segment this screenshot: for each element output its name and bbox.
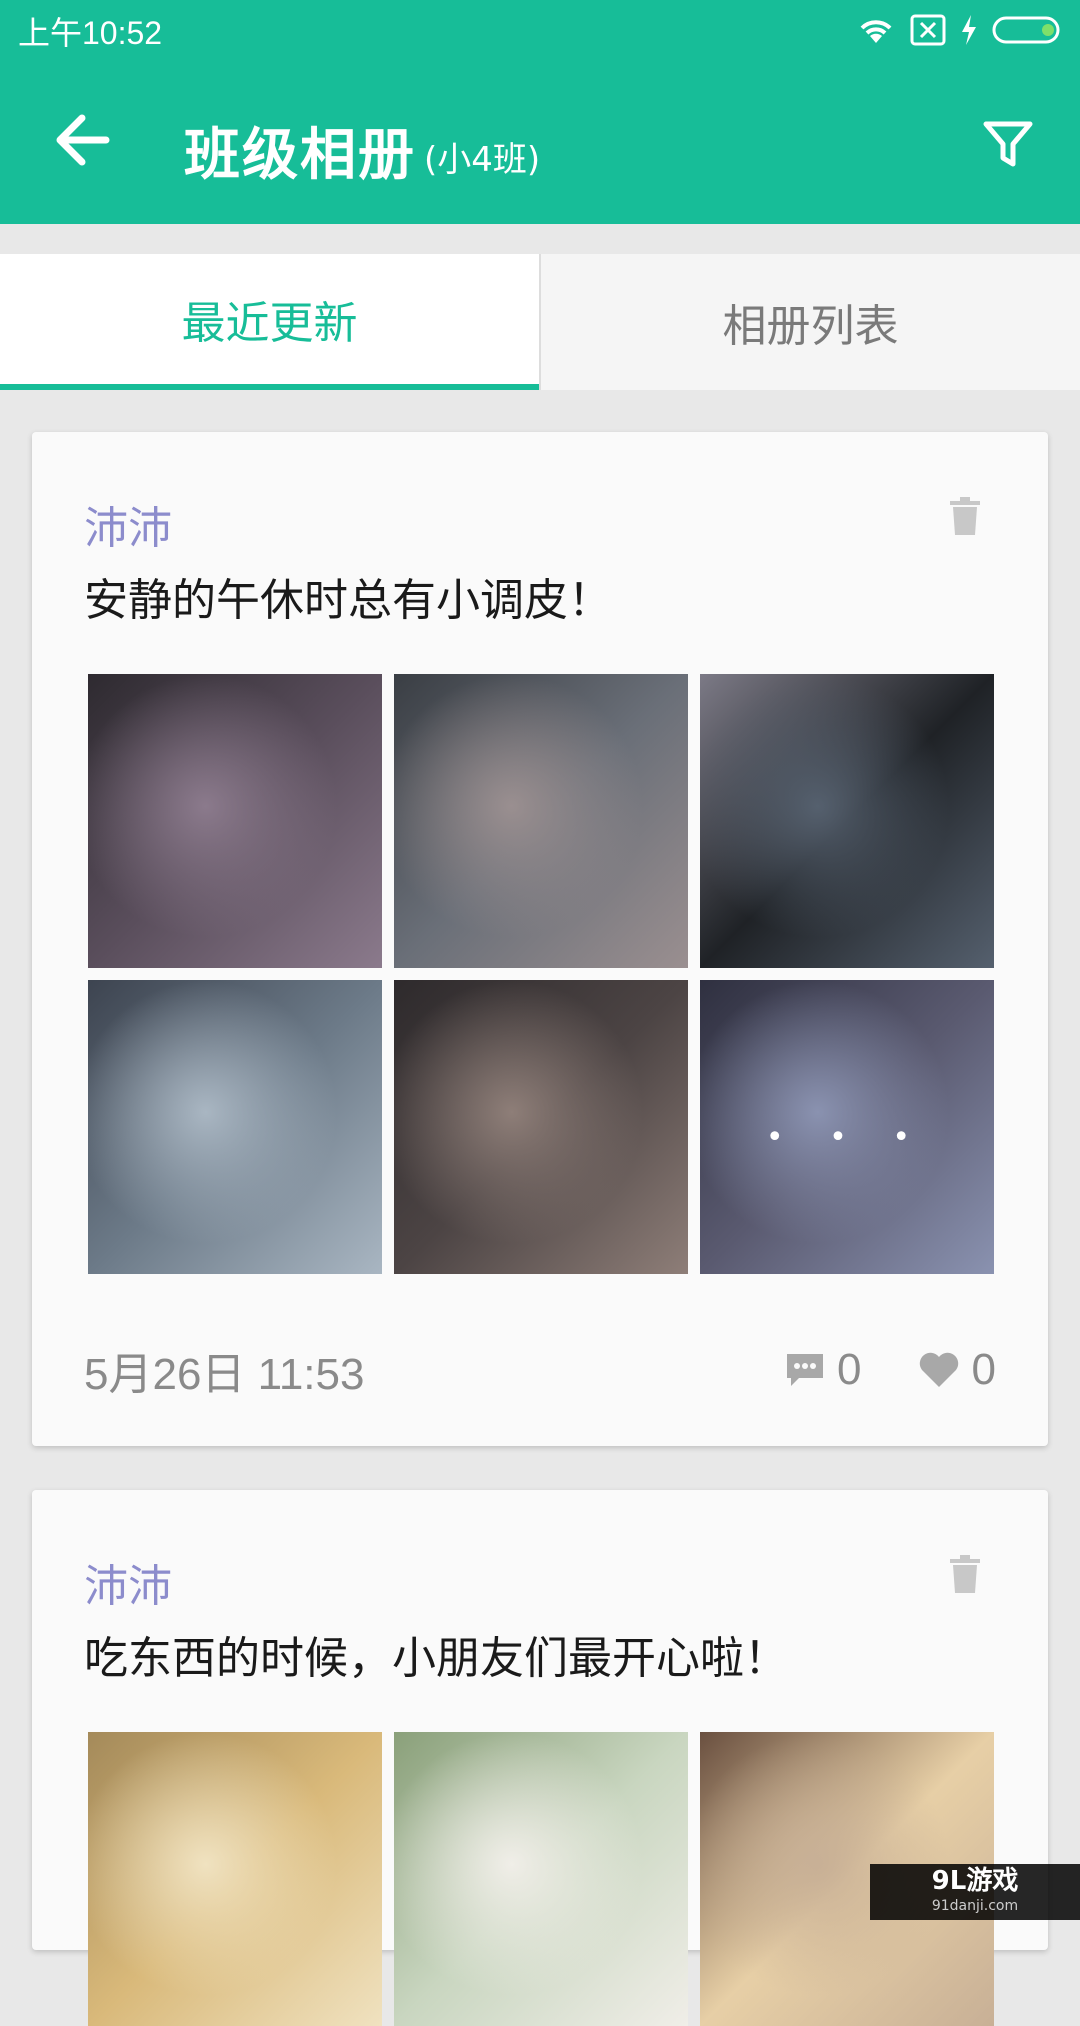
like-count: 0: [972, 1345, 996, 1395]
photo-grid: [88, 1732, 994, 2026]
no-sim-icon: [910, 14, 946, 46]
trash-icon[interactable]: [948, 1554, 982, 1594]
photo-thumbnail[interactable]: [700, 674, 994, 968]
comment-button[interactable]: 0: [785, 1345, 861, 1395]
photo-grid: • • •: [88, 674, 994, 1274]
photo-thumbnail[interactable]: [394, 674, 688, 968]
status-bar: 上午10:52: [0, 0, 1080, 60]
photo-thumbnail[interactable]: • • •: [700, 980, 994, 1274]
tab-recent-updates[interactable]: 最近更新: [0, 254, 539, 390]
app-bar: 班级相册 (小4班): [0, 60, 1080, 224]
more-photos-indicator: • • •: [700, 1120, 994, 1155]
like-button[interactable]: 0: [918, 1345, 996, 1395]
watermark-main: 9L游戏: [870, 1864, 1080, 1898]
status-time: 上午10:52: [18, 8, 162, 54]
post-author[interactable]: 沛沛: [84, 1550, 172, 1614]
charging-icon: [960, 14, 978, 46]
back-arrow-icon[interactable]: [52, 110, 112, 170]
watermark-sub: 91danji.com: [870, 1898, 1080, 1914]
tab-bar: 最近更新 相册列表: [0, 254, 1080, 390]
post-footer: 5月26日 11:53 0 0: [84, 1340, 996, 1400]
wifi-icon: [856, 15, 896, 45]
trash-icon[interactable]: [948, 496, 982, 536]
photo-thumbnail[interactable]: [88, 980, 382, 1274]
post-card[interactable]: 沛沛 安静的午休时总有小调皮！ • • • 5月26日 11:53 0 0: [32, 432, 1048, 1446]
post-caption: 吃东西的时候，小朋友们最开心啦！: [84, 1622, 788, 1686]
photo-thumbnail[interactable]: [394, 980, 688, 1274]
tab-album-list[interactable]: 相册列表: [539, 254, 1080, 390]
filter-icon[interactable]: [980, 116, 1036, 172]
comment-icon: [785, 1352, 825, 1388]
post-caption: 安静的午休时总有小调皮！: [84, 564, 612, 628]
photo-thumbnail[interactable]: [88, 1732, 382, 2026]
page-subtitle: (小4班): [424, 132, 540, 181]
comment-count: 0: [837, 1345, 861, 1395]
post-date: 5月26日 11:53: [84, 1338, 729, 1402]
photo-thumbnail[interactable]: [88, 674, 382, 968]
battery-icon: [992, 15, 1064, 45]
watermark-logo: 9L游戏 91danji.com: [870, 1864, 1080, 1920]
photo-thumbnail[interactable]: [394, 1732, 688, 2026]
heart-icon: [918, 1351, 960, 1389]
status-icons: [856, 10, 1064, 50]
post-author[interactable]: 沛沛: [84, 492, 172, 556]
page-title: 班级相册: [184, 110, 416, 191]
